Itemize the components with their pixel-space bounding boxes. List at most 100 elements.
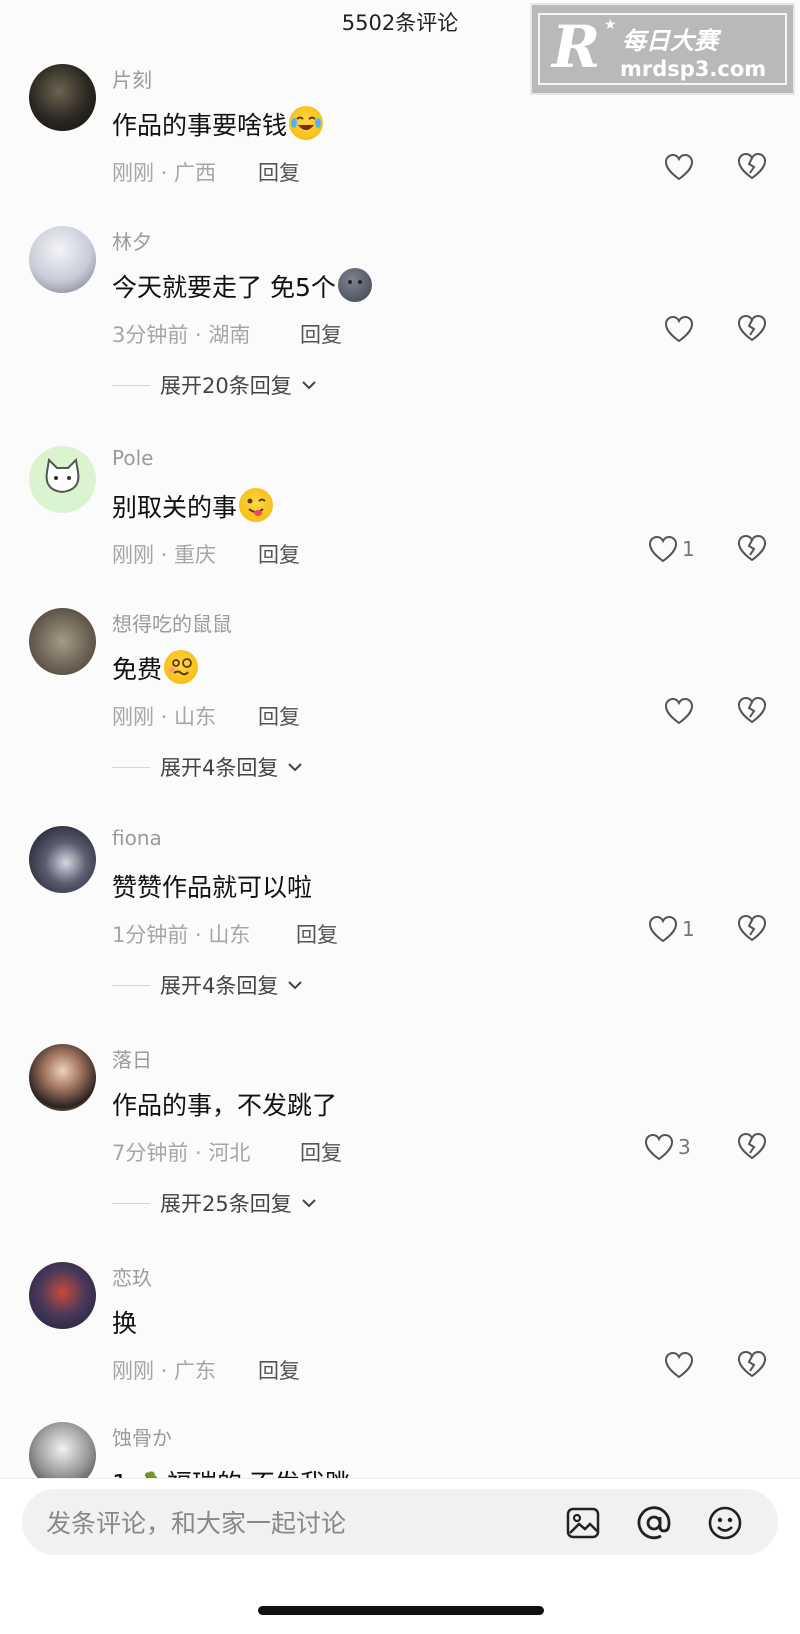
expand-replies-label: 展开25条回复 (160, 1192, 292, 1216)
divider (112, 384, 150, 386)
comment-text: 作品的事，不发跳了 (112, 1091, 338, 1120)
avatar[interactable] (29, 1044, 96, 1111)
heart-outline-icon (644, 1133, 674, 1161)
emoji-smile-icon[interactable] (706, 1504, 744, 1542)
broken-heart-icon (737, 534, 767, 562)
reply-button[interactable]: 回复 (296, 919, 338, 949)
avatar[interactable] (29, 446, 96, 513)
dislike-button[interactable] (737, 314, 767, 342)
comment-meta: 刚刚 · 广西 (112, 161, 217, 185)
broken-heart-icon (737, 152, 767, 180)
watermark-star-icon: ★ (604, 17, 617, 33)
like-button[interactable]: 1 (648, 912, 695, 946)
broken-heart-icon (737, 696, 767, 724)
comment-username[interactable]: 想得吃的鼠鼠 (112, 608, 232, 637)
reply-button[interactable]: 回复 (300, 319, 342, 349)
comment-username[interactable]: 恋玖 (112, 1262, 152, 1291)
heart-outline-icon (664, 697, 694, 725)
divider (112, 984, 150, 986)
laughing-crying-emoji-icon (289, 106, 324, 140)
comment-meta: 7分钟前 · 河北 (112, 1141, 251, 1165)
dislike-button[interactable] (737, 696, 767, 724)
comment-meta: 1分钟前 · 山东 (112, 923, 251, 947)
like-button[interactable] (664, 312, 698, 346)
chevron-down-icon (302, 1199, 316, 1208)
comment-username[interactable]: fiona (112, 826, 162, 850)
dislike-button[interactable] (737, 152, 767, 180)
watermark-url: mrdsp3.com (620, 57, 767, 81)
like-button[interactable]: 1 (648, 532, 695, 566)
expand-replies-label: 展开4条回复 (160, 756, 279, 780)
chevron-down-icon (288, 763, 303, 772)
heart-outline-icon (664, 153, 694, 181)
comment-text: 换 (112, 1309, 138, 1338)
like-button[interactable] (664, 1348, 698, 1382)
expand-replies-label: 展开4条回复 (160, 974, 279, 998)
comment-text: 赞赞作品就可以啦 (112, 873, 313, 902)
watermark-site-name: 每日大赛 (622, 27, 718, 55)
broken-heart-icon (737, 314, 767, 342)
comment-meta: 刚刚 · 广东 (112, 1359, 217, 1383)
comment-username[interactable]: 林夕 (112, 226, 152, 255)
comment-meta: 3分钟前 · 湖南 (112, 323, 251, 347)
winking-tongue-emoji-icon (239, 488, 274, 522)
avatar[interactable] (29, 1262, 96, 1329)
comment-text: 今天就要走了 免5个 (112, 268, 372, 304)
dislike-button[interactable] (737, 1132, 767, 1160)
reply-button[interactable]: 回复 (258, 1355, 300, 1385)
site-watermark: R ★ 每日大赛 mrdsp3.com (530, 3, 795, 95)
reply-button[interactable]: 回复 (258, 701, 300, 731)
comment-input[interactable] (44, 1489, 548, 1557)
broken-heart-icon (737, 1350, 767, 1378)
broken-heart-icon (737, 914, 767, 942)
avatar[interactable] (29, 826, 96, 893)
like-button[interactable] (664, 150, 698, 184)
avatar[interactable] (29, 226, 96, 293)
expand-replies-button[interactable]: 展开20条回复 (112, 370, 316, 400)
dislike-button[interactable] (737, 914, 767, 942)
comment-username[interactable]: 蚀骨か (112, 1422, 172, 1451)
comment-meta: 刚刚 · 重庆 (112, 543, 217, 567)
comment-text: 免费 (112, 650, 199, 686)
image-icon[interactable] (564, 1504, 602, 1542)
like-count: 1 (682, 537, 695, 561)
like-count: 3 (678, 1135, 691, 1159)
comment-count-title: 5502条评论 (341, 11, 459, 35)
heart-outline-icon (664, 315, 694, 343)
like-count: 1 (682, 917, 695, 941)
comment-username[interactable]: 片刻 (112, 64, 152, 93)
dislike-button[interactable] (737, 534, 767, 562)
reply-button[interactable]: 回复 (258, 157, 300, 187)
like-button[interactable]: 3 (644, 1130, 691, 1164)
heart-outline-icon (648, 915, 678, 943)
at-mention-icon[interactable] (635, 1504, 673, 1542)
avatar[interactable] (29, 608, 96, 675)
like-button[interactable] (664, 694, 698, 728)
comment-text: 别取关的事 (112, 488, 274, 524)
dark-moon-emoji-icon (337, 268, 372, 302)
comment-meta: 刚刚 · 山东 (112, 705, 217, 729)
expand-replies-button[interactable]: 展开4条回复 (112, 752, 303, 782)
heart-outline-icon (648, 535, 678, 563)
reply-button[interactable]: 回复 (300, 1137, 342, 1167)
reply-button[interactable]: 回复 (258, 539, 300, 569)
comment-text: 作品的事要啥钱 (112, 106, 324, 142)
expand-replies-button[interactable]: 展开25条回复 (112, 1188, 316, 1218)
divider (112, 1202, 150, 1204)
avatar[interactable] (29, 64, 96, 131)
chevron-down-icon (288, 981, 303, 990)
expand-replies-button[interactable]: 展开4条回复 (112, 970, 303, 1000)
comment-composer-bar (0, 1478, 800, 1634)
woozy-face-emoji-icon (164, 650, 199, 684)
comment-username[interactable]: Pole (112, 446, 153, 470)
dislike-button[interactable] (737, 1350, 767, 1378)
comment-username[interactable]: 落日 (112, 1044, 152, 1073)
home-indicator[interactable] (258, 1606, 544, 1615)
heart-outline-icon (664, 1351, 694, 1379)
divider (112, 766, 150, 768)
chevron-down-icon (302, 381, 316, 390)
comment-composer (22, 1489, 778, 1557)
broken-heart-icon (737, 1132, 767, 1160)
cat-avatar-icon (45, 457, 80, 494)
expand-replies-label: 展开20条回复 (160, 374, 292, 398)
